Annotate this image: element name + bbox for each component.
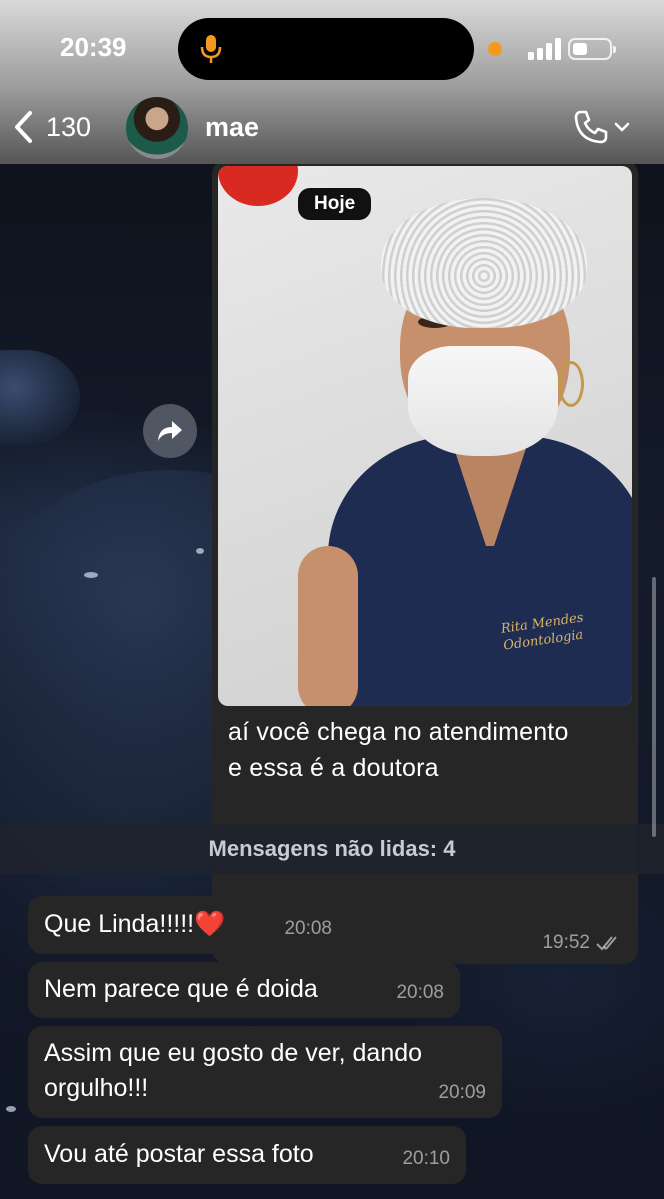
chat-area[interactable]: Rita Mendes Odontologia Hoje aí você che…	[0, 160, 664, 1199]
forward-button[interactable]	[143, 404, 197, 458]
message-time: 20:08	[396, 982, 444, 1003]
unread-messages-banner: Mensagens não lidas: 4	[0, 824, 664, 874]
forward-icon	[158, 421, 182, 441]
message-time: 19:52	[542, 932, 590, 953]
back-button[interactable]: 130	[12, 104, 91, 150]
phone-icon	[574, 110, 608, 144]
message-bubble[interactable]: Nem parece que é doida 20:08	[28, 962, 460, 1018]
message-bubble[interactable]: Que Linda!!!!!❤️ 20:08	[28, 896, 348, 954]
message-text: Assim que eu gosto de ver, dando	[44, 1039, 423, 1067]
message-text: Vou até postar essa foto	[44, 1140, 314, 1168]
chevron-left-icon	[15, 111, 32, 143]
microphone-icon	[200, 35, 222, 63]
shared-photo[interactable]: Rita Mendes Odontologia Hoje	[218, 166, 632, 706]
message-text: Nem parece que é doida	[44, 975, 318, 1003]
scrollbar[interactable]	[652, 577, 656, 837]
double-check-icon	[596, 936, 617, 951]
contact-name[interactable]: mae	[205, 112, 259, 143]
message-time: 20:09	[438, 1082, 486, 1103]
image-caption: aí você chega no atendimento e essa é a …	[228, 718, 569, 782]
dynamic-island	[178, 18, 474, 80]
call-button[interactable]	[572, 106, 634, 148]
message-time: 20:10	[402, 1148, 450, 1169]
chevron-down-icon	[614, 122, 630, 132]
message-bubble[interactable]: Vou até postar essa foto 20:10	[28, 1126, 466, 1184]
battery-icon	[568, 38, 616, 60]
date-pill: Hoje	[298, 188, 372, 220]
contact-avatar[interactable]	[126, 97, 188, 159]
message-time: 20:08	[284, 918, 332, 939]
status-time: 20:39	[60, 32, 127, 62]
message-text: orgulho!!!	[44, 1074, 149, 1102]
message-bubble[interactable]: Assim que eu gosto de ver, dando orgulho…	[28, 1026, 502, 1118]
recording-indicator-icon	[488, 42, 502, 56]
signal-icon	[528, 38, 561, 60]
unread-chats-count: 130	[46, 111, 92, 142]
chat-header: 20:39 130 mae	[0, 0, 664, 164]
message-meta: 19:52	[542, 932, 624, 954]
